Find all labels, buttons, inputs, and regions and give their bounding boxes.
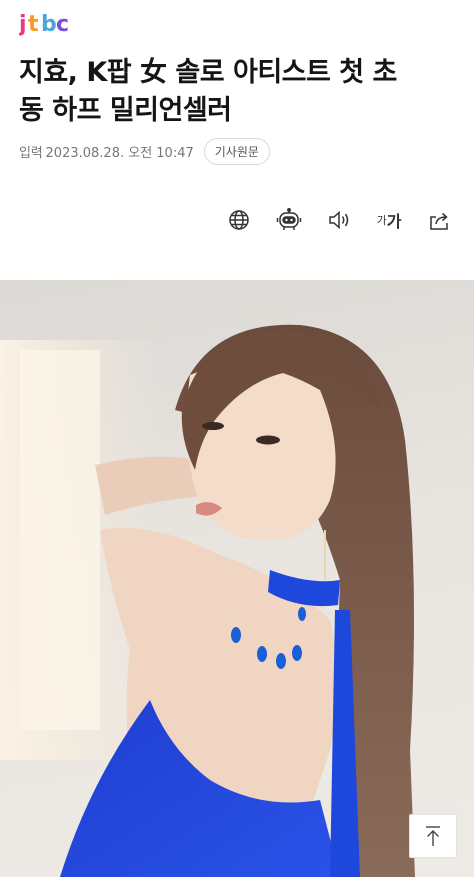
original-article-button[interactable]: 기사원문 bbox=[203, 137, 270, 165]
font-size-button[interactable]: 가가 bbox=[372, 205, 406, 235]
summary-button[interactable] bbox=[272, 205, 306, 235]
scroll-to-top-button[interactable] bbox=[409, 814, 457, 858]
photo-illustration bbox=[0, 324, 415, 877]
font-size-small: 가 bbox=[376, 214, 387, 227]
jtbc-logo[interactable]: j t b c bbox=[19, 9, 71, 37]
article-meta: 입력 2023.08.28. 오전 10:47 기사원문 bbox=[19, 137, 270, 165]
font-size-large: 가 bbox=[386, 212, 402, 231]
published-label: 입력 bbox=[19, 145, 43, 161]
svg-text:b: b bbox=[41, 12, 57, 36]
text-to-speech-button[interactable] bbox=[322, 205, 356, 235]
translate-button[interactable] bbox=[222, 205, 256, 235]
headline-line-2: 동 하프 밀리언셀러 bbox=[19, 95, 232, 126]
svg-text:j: j bbox=[19, 12, 27, 36]
published-date: 2023.08.28. 오전 10:47 bbox=[45, 145, 194, 161]
svg-text:c: c bbox=[56, 12, 69, 36]
share-button[interactable] bbox=[422, 205, 456, 235]
svg-text:t: t bbox=[28, 12, 39, 36]
robot-summary-icon bbox=[276, 208, 302, 230]
speaker-icon bbox=[329, 210, 349, 230]
globe-icon bbox=[229, 210, 249, 230]
article-photo bbox=[0, 280, 474, 877]
arrow-up-icon bbox=[426, 826, 440, 846]
share-icon bbox=[430, 212, 448, 230]
article-toolbar: 가가 bbox=[206, 205, 456, 235]
headline-line-1: 지효, K팝 女 솔로 아티스트 첫 초 bbox=[19, 57, 397, 88]
article-headline: 지효, K팝 女 솔로 아티스트 첫 초 동 하프 밀리언셀러 bbox=[19, 54, 459, 130]
